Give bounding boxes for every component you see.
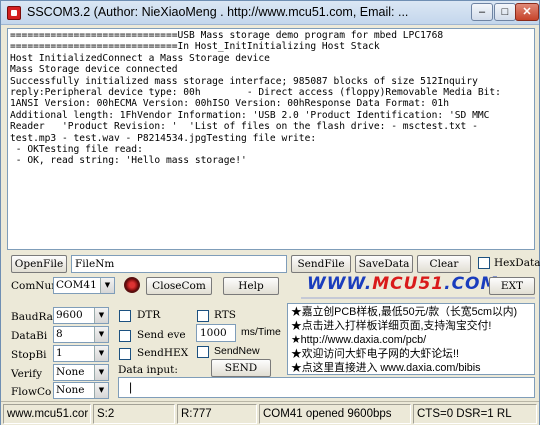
data-bits-label: DataBi bbox=[11, 330, 48, 342]
rts-label: RTS bbox=[214, 309, 236, 321]
baud-rate-label: BaudRa bbox=[11, 311, 53, 323]
flow-control-select[interactable]: None ▼ bbox=[53, 382, 109, 399]
send-file-button[interactable]: SendFile bbox=[291, 255, 351, 273]
send-new-checkbox[interactable] bbox=[197, 346, 209, 358]
stop-bits-value: 1 bbox=[56, 347, 63, 359]
receive-line: reply:Peripheral device type: 00h - Dire… bbox=[10, 87, 501, 99]
baud-rate-value: 9600 bbox=[56, 309, 83, 321]
data-input-field[interactable]: | bbox=[118, 377, 535, 398]
ad-line[interactable]: ★嘉立创PCB样板,最低50元/款（长宽5cm以内) bbox=[291, 305, 531, 319]
receive-line: - OKTesting file read: bbox=[10, 144, 143, 156]
chevron-down-icon[interactable]: ▼ bbox=[94, 327, 108, 342]
ext-button[interactable]: EXT bbox=[489, 277, 535, 295]
verify-label: Verify bbox=[11, 368, 43, 380]
chevron-down-icon[interactable]: ▼ bbox=[100, 278, 114, 293]
chevron-down-icon[interactable]: ▼ bbox=[94, 383, 108, 398]
status-bar: www.mcu51.cor S:2 R:777 COM41 opened 960… bbox=[1, 401, 539, 425]
receive-area[interactable]: =============================USB Mass st… bbox=[7, 28, 535, 250]
receive-line: Host InitializedConnect a Mass Storage d… bbox=[10, 52, 270, 64]
status-port: COM41 opened 9600bps bbox=[259, 404, 411, 424]
port-status-icon bbox=[124, 277, 140, 293]
receive-line: Additional length: 1FhVendor Information… bbox=[10, 109, 490, 121]
logo-part: MCU51 bbox=[372, 274, 445, 294]
verify-select[interactable]: None ▼ bbox=[53, 364, 109, 381]
app-window: SSCOM3.2 (Author: NieXiaoMeng . http://w… bbox=[0, 0, 540, 425]
file-name-input[interactable]: FileNm bbox=[71, 255, 287, 273]
com-port-select[interactable]: COM41 ▼ bbox=[53, 277, 115, 294]
send-every-checkbox[interactable] bbox=[119, 330, 131, 342]
open-file-button[interactable]: OpenFile bbox=[11, 255, 67, 273]
close-com-button[interactable]: CloseCom bbox=[146, 277, 212, 295]
stop-bits-label: StopBi bbox=[11, 349, 47, 361]
chevron-down-icon[interactable]: ▼ bbox=[94, 346, 108, 361]
ms-time-label: ms/Time bbox=[241, 326, 281, 338]
status-signals: CTS=0 DSR=1 RL bbox=[413, 404, 537, 424]
clear-button[interactable]: Clear bbox=[417, 255, 471, 273]
data-input-label: Data input: bbox=[118, 364, 178, 376]
receive-line: =============================In Host_Ini… bbox=[10, 41, 380, 53]
com-port-value: COM41 bbox=[56, 279, 97, 291]
flow-control-label: FlowCo bbox=[11, 386, 52, 398]
receive-line: test.mp3 - test.wav - P8214534.jpgTestin… bbox=[10, 132, 317, 144]
receive-line: - OK, read string: 'Hello mass storage!' bbox=[10, 155, 247, 167]
send-button[interactable]: SEND bbox=[211, 359, 271, 377]
text-cursor: | bbox=[129, 380, 133, 394]
receive-line: Successfully initialized mass storage in… bbox=[10, 75, 478, 87]
verify-value: None bbox=[56, 366, 85, 378]
chevron-down-icon[interactable]: ▼ bbox=[94, 365, 108, 380]
close-button[interactable]: ✕ bbox=[515, 3, 539, 21]
ad-line[interactable]: ★点这里直接进入 www.daxia.com/bibis bbox=[291, 361, 531, 374]
logo-part: WWW. bbox=[307, 274, 373, 294]
data-bits-select[interactable]: 8 ▼ bbox=[53, 326, 109, 343]
ad-panel[interactable]: ★嘉立创PCB样板,最低50元/款（长宽5cm以内) ★点击进入打样板详细页面,… bbox=[287, 303, 535, 375]
ad-line[interactable]: ★点击进入打样板详细页面,支持淘宝交付! bbox=[291, 319, 531, 333]
hex-data-label: HexData bbox=[494, 257, 540, 269]
help-button[interactable]: Help bbox=[223, 277, 279, 295]
dtr-label: DTR bbox=[137, 309, 161, 321]
rts-checkbox[interactable] bbox=[197, 310, 209, 322]
interval-input[interactable]: 1000 bbox=[196, 324, 236, 342]
status-sent: S:2 bbox=[93, 404, 175, 424]
send-hex-label: SendHEX bbox=[137, 347, 189, 359]
stop-bits-select[interactable]: 1 ▼ bbox=[53, 345, 109, 362]
status-site: www.mcu51.cor bbox=[3, 404, 91, 424]
status-received: R:777 bbox=[177, 404, 257, 424]
receive-line: 1ANSI Version: 00hECMA Version: 00hISO V… bbox=[10, 98, 449, 110]
receive-line: =============================USB Mass st… bbox=[10, 30, 444, 41]
save-data-button[interactable]: SaveData bbox=[355, 255, 413, 273]
receive-line: Reader 'Product Revision: ' 'List of fil… bbox=[10, 121, 478, 133]
minimize-button[interactable]: – bbox=[471, 3, 493, 21]
ad-line[interactable]: ★http://www.daxia.com/pcb/ bbox=[291, 333, 531, 347]
send-new-label: SendNew bbox=[214, 345, 260, 357]
receive-line: Mass Storage device connected bbox=[10, 64, 178, 76]
title-bar[interactable]: SSCOM3.2 (Author: NieXiaoMeng . http://w… bbox=[1, 1, 539, 25]
app-icon bbox=[7, 6, 21, 20]
mcu51-logo: WWW.MCU51.COM bbox=[307, 274, 498, 294]
baud-rate-select[interactable]: 9600 ▼ bbox=[53, 307, 109, 324]
send-hex-checkbox[interactable] bbox=[119, 348, 131, 360]
maximize-button[interactable]: □ bbox=[494, 3, 516, 21]
data-bits-value: 8 bbox=[56, 328, 63, 340]
divider bbox=[301, 297, 535, 299]
chevron-down-icon[interactable]: ▼ bbox=[94, 308, 108, 323]
hex-data-checkbox[interactable] bbox=[478, 257, 490, 269]
flow-control-value: None bbox=[56, 384, 85, 396]
send-every-label: Send eve bbox=[137, 329, 186, 341]
window-title: SSCOM3.2 (Author: NieXiaoMeng . http://w… bbox=[27, 5, 409, 19]
ad-line[interactable]: ★欢迎访问大虾电子网的大虾论坛!! bbox=[291, 347, 531, 361]
dtr-checkbox[interactable] bbox=[119, 310, 131, 322]
